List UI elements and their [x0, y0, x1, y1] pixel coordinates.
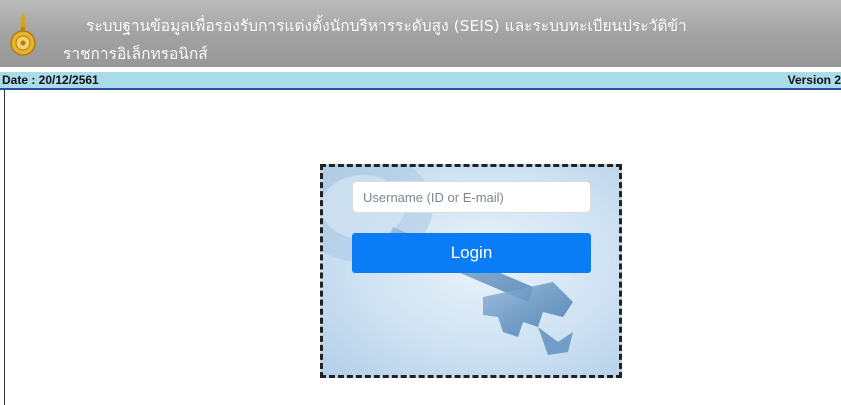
- date-label: Date : 20/12/2561: [2, 73, 99, 87]
- username-input[interactable]: [352, 181, 591, 213]
- thai-emblem-icon: [10, 12, 36, 56]
- app-header: ระบบฐานข้อมูลเพื่อรองรับการแต่งตั้งนักบร…: [0, 0, 841, 67]
- header-title-line1: ระบบฐานข้อมูลเพื่อรองรับการแต่งตั้งนักบร…: [86, 17, 687, 35]
- login-panel: Login: [320, 164, 622, 378]
- info-bar: Date : 20/12/2561 Version 2: [0, 72, 841, 90]
- version-label: Version 2: [787, 73, 841, 87]
- header-title-line2: ราชการอิเล็กทรอนิกส์: [63, 45, 208, 63]
- left-border-line: [4, 90, 5, 405]
- login-button[interactable]: Login: [352, 233, 591, 273]
